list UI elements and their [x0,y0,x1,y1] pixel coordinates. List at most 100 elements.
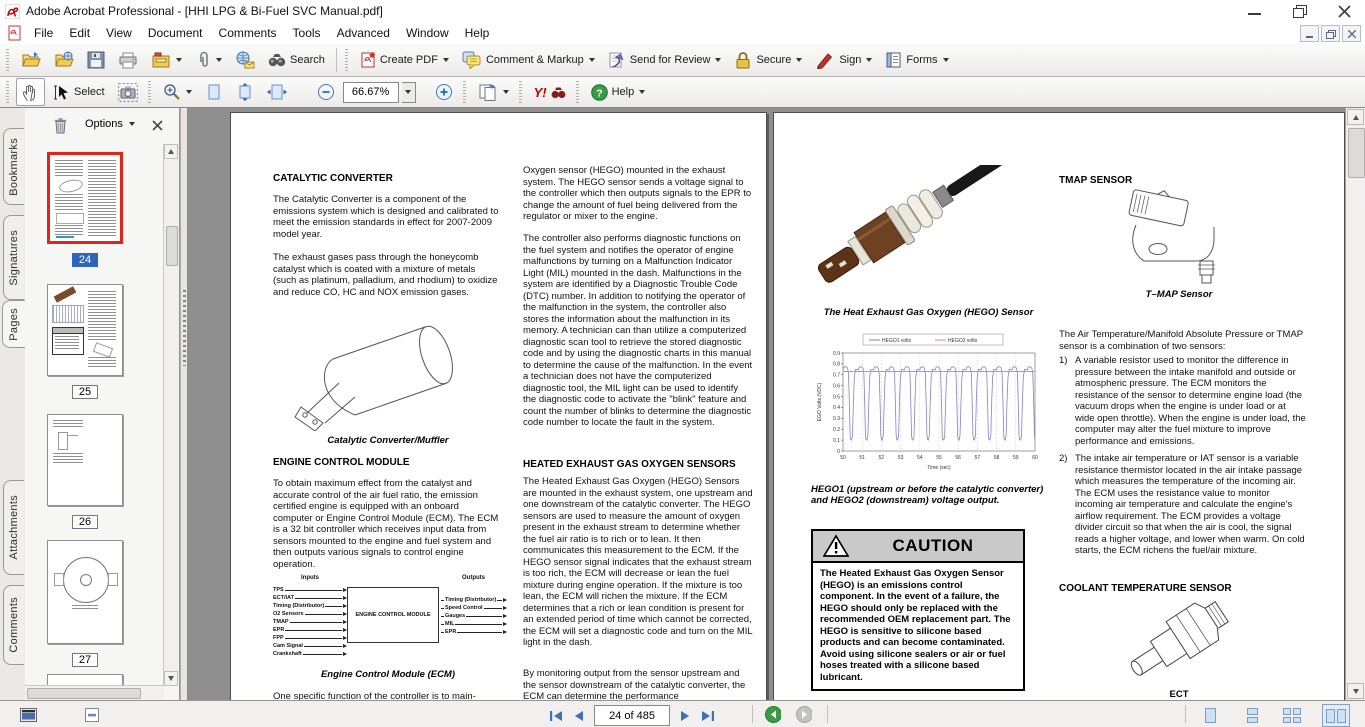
previous-view-button[interactable] [765,706,781,722]
last-page-button[interactable] [700,708,716,724]
thumbnails-scroll-thumb[interactable] [166,226,178,266]
forms-button[interactable]: Forms [880,46,953,74]
sign-button[interactable]: Sign [810,46,877,74]
thumbnail-preview-24[interactable] [47,152,123,244]
delete-pages-icon[interactable] [53,117,68,134]
toolbar-grip[interactable] [6,49,9,71]
two-up-continuous-view-button[interactable] [1322,704,1350,727]
ecm-inputs-title: Inputs [273,575,347,581]
minimize-button[interactable] [1248,13,1261,15]
thumbnails-hscrollbar[interactable] [25,685,164,700]
create-pdf-button[interactable]: Create PDF [355,46,454,74]
toolbar-grip[interactable] [576,81,579,103]
single-page-view-button[interactable] [1196,704,1224,727]
tab-bookmarks[interactable]: Bookmarks [3,128,24,205]
search-button[interactable]: Search [263,46,330,74]
thumbnail-27-number[interactable]: 27 [72,653,98,667]
menu-comments[interactable]: Comments [211,23,285,43]
open-web-button[interactable] [49,46,79,74]
thumbnails-scroll-up-button[interactable] [164,144,178,159]
previous-page-button[interactable] [571,708,587,724]
select-tool-button[interactable]: Select [48,78,110,106]
zoom-out-button[interactable] [312,78,340,106]
thumbnail-page-25[interactable]: 25 [47,284,123,399]
window-layout-icon[interactable] [20,708,37,722]
fit-width-button[interactable] [262,78,292,106]
doc-minimize-button[interactable] [1300,25,1319,42]
page-number-input[interactable]: 24 of 485 [594,705,670,726]
thumbnail-page-27[interactable]: 27 [47,540,123,667]
menu-document[interactable]: Document [140,23,211,43]
thumbnail-25-number[interactable]: 25 [72,385,98,399]
hand-tool-button[interactable] [16,78,45,106]
save-button[interactable] [82,46,110,74]
next-page-button[interactable] [677,708,693,724]
menu-view[interactable]: View [98,23,140,43]
email-button[interactable] [230,46,260,74]
help-button[interactable]: ?Help [586,78,651,106]
page-view-icon[interactable] [85,708,99,722]
secure-button[interactable]: Secure [729,46,807,74]
tab-comments[interactable]: Comments [3,585,24,665]
menu-help[interactable]: Help [457,23,498,43]
panel-splitter[interactable] [180,108,188,700]
svg-text:0.3: 0.3 [833,416,840,422]
facing-view-button[interactable] [1278,704,1306,727]
send-review-button[interactable]: Send for Review [603,46,727,74]
zoom-in-button[interactable] [430,78,458,106]
menu-window[interactable]: Window [398,23,457,43]
comment-markup-button[interactable]: Comment & Markup [457,46,600,74]
options-menu-button[interactable]: Options [85,118,135,130]
doc-restore-button[interactable] [1321,25,1340,42]
first-page-button[interactable] [548,708,564,724]
thumbnail-preview-25[interactable] [47,284,123,376]
menu-advanced[interactable]: Advanced [329,23,398,43]
scroll-thumb[interactable] [1348,128,1365,178]
attach-button[interactable] [190,46,227,74]
fit-page-button[interactable] [200,78,228,106]
open-button[interactable] [16,46,46,74]
fit-height-button[interactable] [231,78,259,106]
zoom-tool-button[interactable] [158,78,197,106]
zoom-in-icon [435,83,453,101]
thumbnails-scrollbar[interactable] [163,144,179,686]
print-button[interactable] [113,46,143,74]
close-button[interactable] [1338,5,1351,18]
scroll-down-button[interactable] [1347,683,1364,699]
organizer-button[interactable] [146,46,187,74]
toolbar-grip[interactable] [519,81,522,103]
document-vertical-scrollbar[interactable] [1345,108,1365,700]
thumbnail-24-number[interactable]: 24 [72,253,98,267]
yahoo-label: Y! [534,85,547,100]
thumbnails-scroll-down-button[interactable] [164,671,178,686]
tab-signatures[interactable]: Signatures [3,215,24,300]
menu-tools[interactable]: Tools [285,23,329,43]
tab-attachments[interactable]: Attachments [3,480,24,575]
page-display-button[interactable] [473,78,514,106]
doc-close-button[interactable] [1342,25,1361,42]
toolbar-grip[interactable] [463,81,466,103]
zoom-level-caret[interactable] [402,82,416,103]
document-view[interactable]: CATALYTIC CONVERTER The Catalytic Conver… [188,108,1345,700]
toolbar-grip[interactable] [6,81,9,103]
zoom-level-input[interactable]: 66.67% [343,82,399,103]
thumbnail-page-24[interactable]: 24 [47,152,123,267]
snapshot-tool-button[interactable] [113,78,143,106]
panel-close-icon[interactable] [152,120,163,131]
toolbar-grip[interactable] [148,81,151,103]
scroll-up-button[interactable] [1347,109,1364,125]
thumbnail-preview-27[interactable] [47,540,123,644]
menu-edit[interactable]: Edit [61,23,98,43]
thumbnail-26-number[interactable]: 26 [72,515,98,529]
thumbnail-preview-26[interactable] [47,414,123,506]
restore-button[interactable] [1293,5,1306,17]
open-folder-icon [21,51,41,69]
tab-pages[interactable]: Pages [2,300,25,348]
thumbnail-page-26[interactable]: 26 [47,414,123,529]
next-view-button[interactable] [796,706,812,722]
menu-file[interactable]: File [26,23,61,43]
continuous-view-button[interactable] [1238,704,1266,727]
thumbnails-hscroll-thumb[interactable] [27,688,141,699]
yahoo-search-button[interactable]: Y! [529,78,571,106]
toolbar-grip[interactable] [345,49,348,71]
